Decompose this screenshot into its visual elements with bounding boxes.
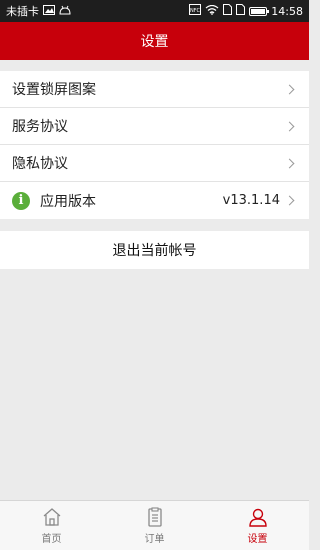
service-agreement-item[interactable]: 服务协议 <box>0 108 309 145</box>
sim-icon-2 <box>236 4 246 18</box>
chevron-right-icon <box>284 84 295 94</box>
app-version-item[interactable]: i 应用版本 v13.1.14 <box>0 182 309 219</box>
page-title: 设置 <box>140 34 169 50</box>
info-icon: i <box>12 191 30 210</box>
chevron-right-icon <box>284 158 295 168</box>
settings-list: 设置锁屏图案 服务协议 隐私协议 i 应用版本 v13.1.14 <box>0 71 309 219</box>
tab-settings[interactable]: 设置 <box>206 501 309 550</box>
tab-home[interactable]: 首页 <box>0 501 103 550</box>
logout-label: 退出当前帐号 <box>112 243 197 259</box>
privacy-agreement-label: 隐私协议 <box>12 156 68 172</box>
lock-pattern-label: 设置锁屏图案 <box>12 82 96 98</box>
tab-orders[interactable]: 订单 <box>103 501 206 550</box>
tab-orders-label: 订单 <box>144 534 165 545</box>
home-icon <box>43 508 60 526</box>
tab-home-label: 首页 <box>41 534 62 545</box>
clock: 14:58 <box>271 4 303 18</box>
app-version-label: 应用版本 <box>40 193 96 210</box>
android-icon <box>59 5 71 18</box>
tab-settings-label: 设置 <box>247 534 268 545</box>
carrier-label: 未插卡 <box>6 5 39 18</box>
sim-icon <box>223 4 233 18</box>
bottom-tab-bar: 首页 订单 设置 <box>0 500 309 550</box>
app-version-value: v13.1.14 <box>222 193 280 208</box>
logout-button[interactable]: 退出当前帐号 <box>0 231 309 269</box>
wifi-icon <box>205 4 219 18</box>
app-header: 设置 <box>0 22 309 60</box>
service-agreement-label: 服务协议 <box>12 119 68 135</box>
status-bar: 未插卡 NFC 14:58 <box>0 0 309 22</box>
lock-pattern-item[interactable]: 设置锁屏图案 <box>0 71 309 108</box>
nfc-icon: NFC <box>189 4 202 18</box>
image-icon <box>43 4 55 18</box>
chevron-right-icon <box>284 195 295 206</box>
chevron-right-icon <box>284 121 295 131</box>
order-icon <box>147 507 162 527</box>
privacy-agreement-item[interactable]: 隐私协议 <box>0 145 309 182</box>
svg-text:NFC: NFC <box>190 8 201 14</box>
user-icon <box>248 508 267 527</box>
battery-icon <box>249 6 270 16</box>
